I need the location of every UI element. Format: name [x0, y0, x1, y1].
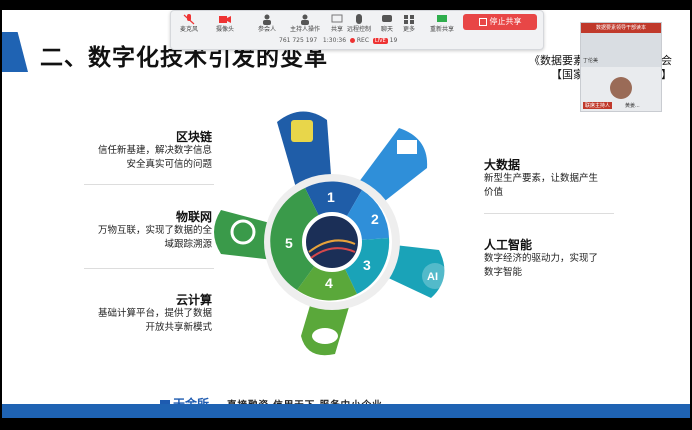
- desc-line: 基础计算平台，提供了数据: [97, 308, 212, 319]
- camera-button[interactable]: 摄像头: [209, 13, 241, 35]
- desc-line: 信任新基建，解决数字信息: [97, 145, 212, 156]
- divider: [84, 184, 214, 185]
- button-label: 停止共享: [489, 17, 522, 26]
- host-actions-button[interactable]: 主持人操作: [285, 13, 325, 35]
- button-label: 参会人: [257, 26, 276, 33]
- item-desc-blockchain: 信任新基建，解决数字信息 安全真实可信的问题: [62, 144, 212, 172]
- rec-dot-icon: [349, 38, 355, 43]
- segment-number: 5: [285, 235, 293, 251]
- desc-line: 价值: [484, 187, 504, 198]
- video-thumbnail-panel[interactable]: 数据要素领导干部读本 丁伦美 联席主持人 黄姜...: [580, 22, 662, 112]
- meeting-id: 761 725 197: [279, 37, 318, 44]
- ai-icon-text: AI: [427, 271, 438, 283]
- desc-line: 数字智能: [484, 267, 523, 278]
- stop-square-icon: [478, 17, 487, 26]
- item-desc-iot: 万物互联，实现了数据的全 域跟踪溯源: [62, 224, 212, 252]
- segment-number: 4: [325, 275, 333, 291]
- participants-button[interactable]: 参会人: [251, 13, 283, 35]
- desc-line: 数字经济的驱动力，实现了: [484, 253, 599, 264]
- button-label: 麦克风: [179, 26, 198, 33]
- chat-bubble-icon: [382, 15, 392, 22]
- live-count: 19: [389, 37, 398, 44]
- speaker-video: 数据要素领导干部读本 丁伦美: [581, 23, 661, 67]
- desc-line: 开放共享新模式: [145, 322, 212, 333]
- desc-line: 安全真实可信的问题: [126, 159, 212, 170]
- stop-share-button[interactable]: 停止共享: [463, 14, 537, 30]
- reshare-button[interactable]: 重新共享: [423, 13, 461, 35]
- cube-icon: [291, 120, 313, 142]
- button-label: 摄像头: [215, 26, 234, 33]
- technology-petal-diagram: AI 1 2 3 4 5: [214, 111, 448, 356]
- mic-muted-icon: [183, 14, 195, 25]
- video-caption: 数据要素领导干部读本: [581, 23, 661, 33]
- item-title-iot: 物联网: [175, 210, 212, 224]
- people-icon: [263, 14, 271, 25]
- camera-icon: [219, 16, 231, 23]
- mouse-icon: [356, 14, 362, 24]
- host-badge: 联席主持人: [583, 102, 613, 109]
- more-dots-icon: [404, 15, 414, 24]
- button-label: 重新共享: [429, 26, 454, 33]
- slide-bottom-bar: [2, 404, 690, 418]
- screen: 二、数字化技术引发的变革 《数据要素领导干部读本》会 【国家行政管理出版社】 A…: [0, 0, 692, 430]
- speaker-name: 丁伦美: [583, 58, 599, 64]
- meeting-timer: 1:30:36: [322, 37, 347, 44]
- participant-name: 黄姜...: [625, 103, 640, 109]
- divider: [484, 213, 614, 214]
- mic-button[interactable]: 麦克风: [173, 13, 205, 35]
- avatar: [610, 77, 632, 99]
- item-title-bigdata: 大数据: [484, 158, 521, 172]
- segment-number: 1: [327, 189, 335, 205]
- monitor-icon: [397, 140, 417, 154]
- rec-label: REC: [356, 37, 370, 44]
- item-desc-bigdata: 新型生产要素，让数据产生 价值: [484, 172, 634, 200]
- item-desc-cloud: 基础计算平台，提供了数据 开放共享新模式: [62, 307, 212, 335]
- live-badge: LIVE: [372, 38, 388, 44]
- meeting-status: 761 725 197 1:30:36 REC LIVE 19: [279, 37, 397, 44]
- divider: [84, 268, 214, 269]
- item-title-blockchain: 区块链: [175, 130, 212, 144]
- reshare-icon: [437, 15, 447, 22]
- host-icon: [301, 14, 309, 25]
- cloud-icon: [312, 328, 338, 344]
- segment-number: 3: [363, 257, 371, 273]
- button-label: 更多: [402, 26, 415, 33]
- button-label: 主持人操作: [289, 26, 320, 33]
- desc-line: 万物互联，实现了数据的全: [97, 225, 212, 236]
- more-button[interactable]: 更多: [393, 13, 425, 35]
- desc-line: 域跟踪溯源: [164, 239, 212, 250]
- item-title-cloud: 云计算: [175, 293, 212, 307]
- segment-number: 2: [371, 211, 379, 227]
- desc-line: 新型生产要素，让数据产生: [484, 173, 599, 184]
- item-title-ai: 人工智能: [484, 238, 533, 252]
- meeting-toolbar: 麦克风 摄像头 参会人 主持人操作 共享 远程控制 聊天 更多 重新共享 停止共…: [170, 10, 544, 50]
- title-accent-shape: [2, 32, 28, 72]
- item-desc-ai: 数字经济的驱动力，实现了 数字智能: [484, 252, 634, 280]
